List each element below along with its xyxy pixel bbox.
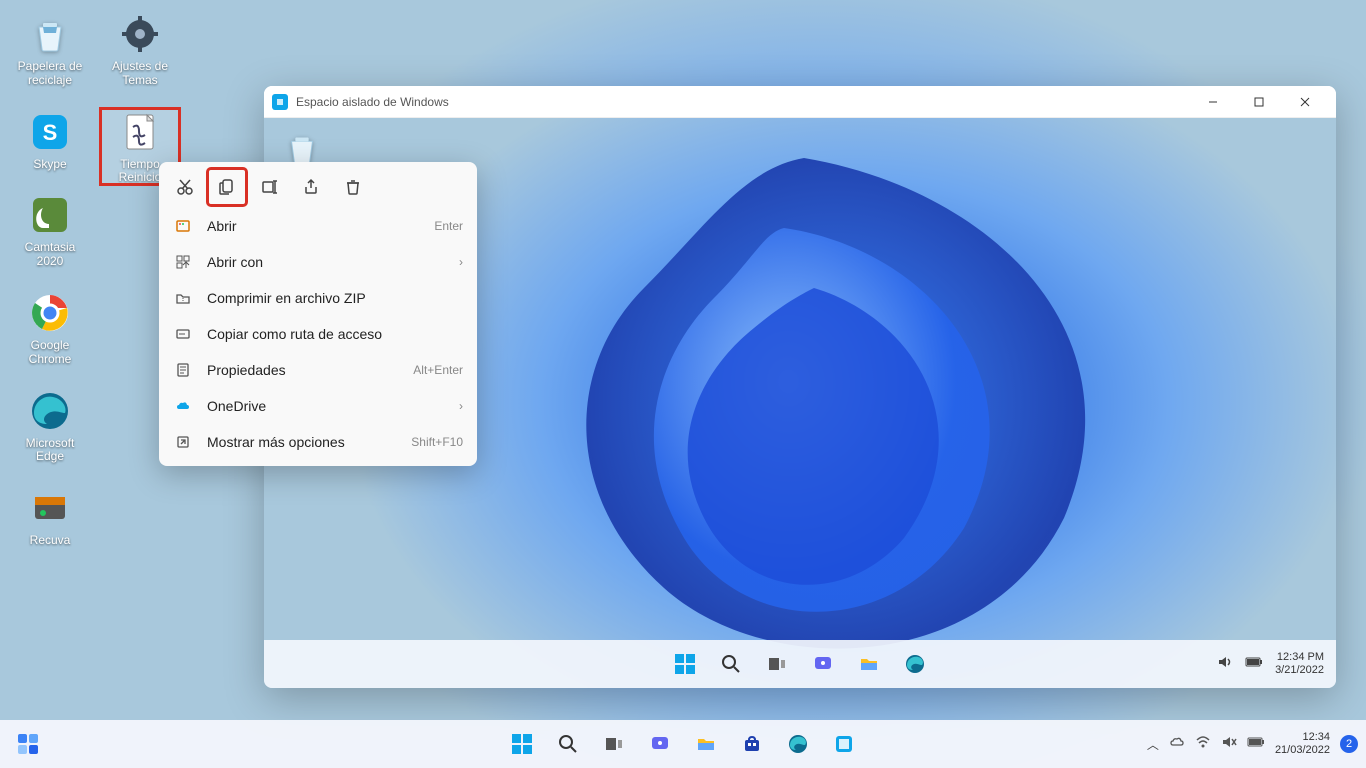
wifi-icon[interactable] — [1195, 734, 1211, 755]
gear-icon — [116, 10, 164, 58]
onedrive-icon — [173, 396, 193, 416]
desktop-icon-label: Ajustes de Temas — [100, 60, 180, 88]
tray-chevron-icon[interactable]: ︿ — [1147, 736, 1159, 753]
desktop-icon-label: Camtasia 2020 — [10, 241, 90, 269]
sandbox-explorer-button[interactable] — [849, 644, 889, 684]
window-title: Espacio aislado de Windows — [296, 95, 1190, 109]
battery-icon[interactable] — [1247, 735, 1265, 753]
menu-item-accel: Alt+Enter — [413, 363, 463, 377]
delete-button[interactable] — [333, 168, 373, 206]
sandbox-clock[interactable]: 12:34 PM 3/21/2022 — [1275, 651, 1324, 677]
sandbox-taskview-button[interactable] — [757, 644, 797, 684]
desktop-icon-recuva[interactable]: Recuva — [10, 484, 90, 548]
notification-badge[interactable]: 2 — [1340, 735, 1358, 753]
close-button[interactable] — [1282, 86, 1328, 118]
menu-item-label: Propiedades — [207, 362, 413, 378]
zip-icon — [173, 288, 193, 308]
desktop-icon-label: Microsoft Edge — [10, 437, 90, 465]
sandbox-date: 3/21/2022 — [1275, 664, 1324, 677]
properties-icon — [173, 360, 193, 380]
taskview-button[interactable] — [594, 724, 634, 764]
copy-path-icon — [173, 324, 193, 344]
recuva-icon — [26, 484, 74, 532]
desktop-icon-ajustes-temas[interactable]: Ajustes de Temas — [100, 10, 180, 88]
desktop-icon-label: Google Chrome — [10, 339, 90, 367]
menu-item-comprimir-zip[interactable]: Comprimir en archivo ZIP — [159, 280, 477, 316]
edge-icon — [26, 387, 74, 435]
menu-item-label: Abrir con — [207, 254, 459, 270]
menu-item-mostrar-mas[interactable]: Mostrar más opciones Shift+F10 — [159, 424, 477, 460]
script-file-icon — [116, 108, 164, 156]
sandbox-app-icon — [272, 94, 288, 110]
explorer-button[interactable] — [686, 724, 726, 764]
battery-icon[interactable] — [1245, 655, 1263, 673]
chrome-icon — [26, 289, 74, 337]
menu-item-label: OneDrive — [207, 398, 459, 414]
desktop-icon-chrome[interactable]: Google Chrome — [10, 289, 90, 367]
desktop-icon-label: Recuva — [30, 534, 71, 548]
share-button[interactable] — [291, 168, 331, 206]
sandbox-time: 12:34 PM — [1275, 651, 1324, 664]
sandbox-start-button[interactable] — [665, 644, 705, 684]
sandbox-taskbar-button[interactable] — [824, 724, 864, 764]
desktop-icon-edge[interactable]: Microsoft Edge — [10, 387, 90, 465]
menu-item-label: Copiar como ruta de acceso — [207, 326, 463, 342]
skype-icon: S — [26, 108, 74, 156]
sandbox-chat-button[interactable] — [803, 644, 843, 684]
cut-button[interactable] — [165, 168, 205, 206]
widgets-button[interactable] — [8, 724, 48, 764]
desktop-icons-area: Papelera de reciclaje S Skype Camtasia 2… — [10, 10, 180, 548]
maximize-button[interactable] — [1236, 86, 1282, 118]
open-icon — [173, 216, 193, 236]
menu-item-label: Abrir — [207, 218, 434, 234]
svg-text:S: S — [43, 120, 58, 145]
desktop-icon-label: Papelera de reciclaje — [10, 60, 90, 88]
desktop-icon-skype[interactable]: S Skype — [10, 108, 90, 172]
host-clock[interactable]: 12:34 21/03/2022 — [1275, 731, 1330, 757]
chat-button[interactable] — [640, 724, 680, 764]
context-menu-toolbar — [159, 162, 477, 208]
camtasia-icon — [26, 191, 74, 239]
onedrive-tray-icon[interactable] — [1169, 734, 1185, 755]
copy-button[interactable] — [207, 168, 247, 206]
open-with-icon — [173, 252, 193, 272]
menu-item-copiar-ruta[interactable]: Copiar como ruta de acceso — [159, 316, 477, 352]
chevron-right-icon: › — [459, 255, 463, 269]
window-titlebar[interactable]: Espacio aislado de Windows — [264, 86, 1336, 118]
menu-item-label: Comprimir en archivo ZIP — [207, 290, 463, 306]
chevron-right-icon: › — [459, 399, 463, 413]
menu-item-label: Mostrar más opciones — [207, 434, 411, 450]
host-taskbar: ︿ 12:34 21/03/2022 2 — [0, 720, 1366, 768]
sandbox-taskbar: 12:34 PM 3/21/2022 — [264, 640, 1336, 688]
start-button[interactable] — [502, 724, 542, 764]
desktop-icon-recycle-bin[interactable]: Papelera de reciclaje — [10, 10, 90, 88]
host-date: 21/03/2022 — [1275, 744, 1330, 757]
store-button[interactable] — [732, 724, 772, 764]
volume-icon[interactable] — [1221, 734, 1237, 755]
minimize-button[interactable] — [1190, 86, 1236, 118]
menu-item-propiedades[interactable]: Propiedades Alt+Enter — [159, 352, 477, 388]
desktop-icon-camtasia[interactable]: Camtasia 2020 — [10, 191, 90, 269]
rename-button[interactable] — [249, 168, 289, 206]
edge-button[interactable] — [778, 724, 818, 764]
desktop-icon-label: Skype — [33, 158, 66, 172]
menu-item-accel: Enter — [434, 219, 463, 233]
context-menu: Abrir Enter Abrir con › Comprimir en arc… — [159, 162, 477, 466]
menu-item-onedrive[interactable]: OneDrive › — [159, 388, 477, 424]
menu-item-abrir-con[interactable]: Abrir con › — [159, 244, 477, 280]
host-time: 12:34 — [1275, 731, 1330, 744]
recycle-bin-icon — [26, 10, 74, 58]
sandbox-edge-button[interactable] — [895, 644, 935, 684]
more-options-icon — [173, 432, 193, 452]
volume-icon[interactable] — [1217, 654, 1233, 675]
sandbox-search-button[interactable] — [711, 644, 751, 684]
menu-item-abrir[interactable]: Abrir Enter — [159, 208, 477, 244]
search-button[interactable] — [548, 724, 588, 764]
menu-item-accel: Shift+F10 — [411, 435, 463, 449]
